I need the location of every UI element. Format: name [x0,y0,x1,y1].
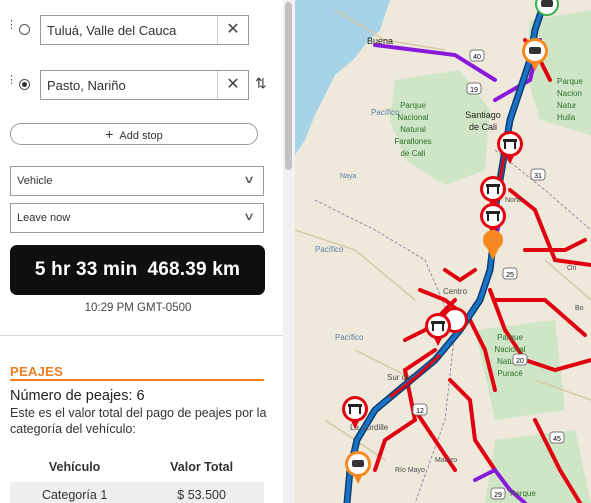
label-parque-bottom: Parque [510,489,536,498]
peajes-description: Este es el valor total del pago de peaje… [10,406,267,436]
route-number-45: 45 [553,436,561,443]
directions-panel: ⋮ Tuluá, Valle del Cauca ✕ ⋮ Pasto, Nari… [0,0,283,503]
stop-row-destination: ⋮ Pasto, Nariño ✕ ⇅ [0,69,283,103]
route-number-40: 40 [473,54,481,61]
route-map[interactable]: Buena Parque Nacional Natural Farallones… [295,0,591,503]
destination-input[interactable]: Pasto, Nariño ✕ [40,70,249,100]
route-number-25: 25 [506,272,514,279]
column-header-total: Valor Total [170,460,234,474]
vehicle-select-value: Vehicle [17,175,53,187]
swap-arrows-icon[interactable]: ⇅ [255,75,267,92]
label-purace-1: Parque [497,333,523,342]
route-number-31: 31 [534,173,542,180]
label-bo: Bo [575,305,584,312]
label-huila-1: Parque [557,77,583,86]
label-centro: Centro [443,287,468,296]
stop-radio-destination[interactable] [19,79,30,90]
scrollbar-thumb[interactable] [285,2,292,170]
label-purace-2: Nacional [494,345,525,354]
label-pacifico-3: Pacífico [335,333,364,342]
route-distance: 468.39 km [147,259,241,280]
label-naya: Naya [340,173,356,180]
table-header-row: Vehículo Valor Total [10,452,264,482]
departure-select-value: Leave now [17,212,71,224]
departure-select[interactable]: Leave now ∨ [10,203,264,233]
drag-handle-icon[interactable]: ⋮ [6,75,17,86]
label-pacifico-2: Pacífico [315,245,344,254]
peajes-underline [10,379,264,381]
label-sur: Sur del [387,373,413,382]
origin-input[interactable]: Tuluá, Valle del Cauca ✕ [40,15,249,45]
route-number-29: 29 [494,492,502,499]
gas-station-icon[interactable] [483,230,503,260]
route-number-20: 20 [516,358,524,365]
ocean-area [295,0,390,155]
add-stop-button[interactable]: + Add stop [10,123,258,145]
close-icon[interactable]: ✕ [217,71,248,99]
label-huila-3: Natur [557,101,577,110]
origin-input-value: Tuluá, Valle del Cauca [47,23,177,38]
drag-handle-icon[interactable]: ⋮ [6,20,17,31]
label-rio-mayo: Río Mayo [395,467,425,474]
destination-input-value: Pasto, Nariño [47,78,126,93]
arrival-time: 10:29 PM GMT-0500 [84,302,192,314]
label-farallones-2: Nacional [397,113,428,122]
chevron-down-icon: ∨ [242,174,256,186]
table-cell-total: $ 53.500 [139,482,264,503]
stop-radio-origin[interactable] [19,24,30,35]
add-stop-label: Add stop [119,130,163,142]
label-farallones-5: de Cali [401,149,426,158]
label-purace-4: Puracé [497,369,523,378]
route-summary: 5 hr 33 min 468.39 km [10,245,265,295]
origin-marker-icon[interactable] [535,0,559,16]
label-huila-2: Nacion [557,89,582,98]
close-icon[interactable]: ✕ [217,16,248,44]
table-row: Categoría 1 $ 53.500 [10,482,264,503]
label-farallones-3: Natural [400,125,426,134]
label-pacifico-1: Pacífico [371,108,400,117]
chevron-down-icon: ∨ [242,211,256,223]
label-farallones-4: Farallones [394,137,431,146]
label-norte: Norte [505,197,522,204]
table-cell-vehicle: Categoría 1 [10,482,140,503]
label-cali-2: de Cali [469,122,497,132]
label-huila-4: Huila [557,113,576,122]
route-number-12: 12 [416,408,424,415]
column-header-vehicle: Vehículo [48,460,101,474]
route-duration: 5 hr 33 min [34,259,138,280]
plus-icon: + [105,126,114,142]
label-farallones-1: Parque [400,101,426,110]
label-macizo: Macizo [435,457,457,464]
stop-row-origin: ⋮ Tuluá, Valle del Cauca ✕ [0,14,283,48]
label-buenaventura: Buena [367,36,393,46]
label-ori: Ori [567,265,577,272]
label-cali-1: Santiago [465,110,501,120]
route-number-19: 19 [470,87,478,94]
map-canvas[interactable]: Buena Parque Nacional Natural Farallones… [295,0,591,503]
vehicle-select[interactable]: Vehicle ∨ [10,166,264,196]
peajes-count: Número de peajes: 6 [10,388,145,404]
peajes-heading: PEAJES [10,364,64,379]
panel-scrollbar[interactable] [283,0,295,503]
toll-table: Vehículo Valor Total Categoría 1 $ 53.50… [10,452,264,503]
divider [0,335,283,336]
